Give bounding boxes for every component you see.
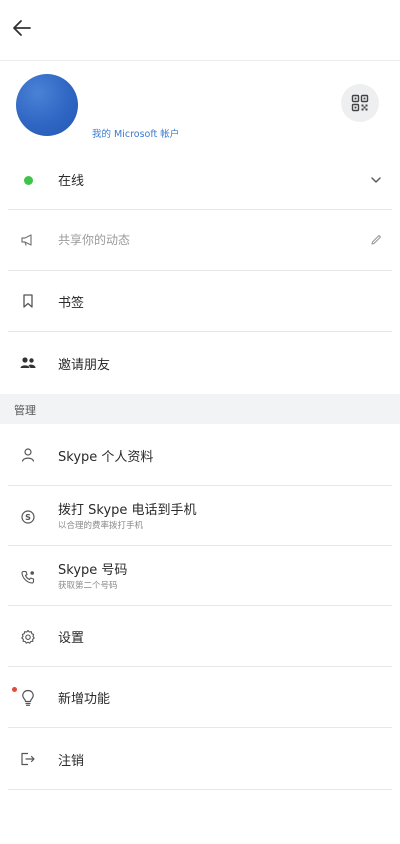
status-row[interactable]: 在线 — [0, 150, 400, 210]
pencil-icon[interactable] — [366, 230, 386, 250]
sign-out-icon — [18, 749, 38, 769]
svg-text:S: S — [25, 513, 31, 522]
notification-dot — [12, 687, 17, 692]
bookmark-icon — [18, 291, 38, 311]
skype-profile-row[interactable]: Skype 个人资料 — [0, 424, 400, 486]
skype-number-label: Skype 号码 — [58, 563, 128, 578]
qr-code-button[interactable] — [341, 84, 379, 122]
microsoft-account-link[interactable]: 我的 Microsoft 帐户 — [92, 126, 179, 140]
skype-to-phone-row[interactable]: S 拨打 Skype 电话到手机 以合理的费率拨打手机 — [0, 486, 400, 546]
settings-label: 设置 — [58, 631, 85, 646]
skype-to-phone-label: 拨打 Skype 电话到手机 — [58, 503, 197, 518]
status-label: 在线 — [58, 174, 85, 189]
status-online-icon — [18, 170, 38, 190]
chevron-down-icon[interactable] — [366, 170, 386, 190]
skype-icon: S — [18, 507, 38, 527]
bookmarks-row[interactable]: 书签 — [0, 271, 400, 332]
back-button[interactable] — [8, 14, 36, 42]
phone-icon — [18, 567, 38, 587]
top-bar — [0, 0, 400, 61]
people-icon — [18, 353, 38, 373]
whats-new-label: 新增功能 — [58, 692, 111, 707]
back-arrow-icon — [13, 20, 31, 36]
section-header-manage: 管理 — [0, 394, 400, 424]
bookmarks-label: 书签 — [58, 296, 85, 311]
invite-friends-row[interactable]: 邀请朋友 — [0, 332, 400, 394]
skype-number-subtitle: 获取第二个号码 — [58, 581, 118, 591]
profile-header: 我的 Microsoft 帐户 — [0, 60, 400, 150]
invite-friends-label: 邀请朋友 — [58, 358, 111, 373]
gear-icon — [18, 627, 38, 647]
share-mood-input[interactable]: 共享你的动态 — [58, 231, 130, 248]
settings-row[interactable]: 设置 — [0, 606, 400, 667]
lightbulb-icon — [18, 688, 38, 708]
person-icon — [18, 445, 38, 465]
skype-number-row[interactable]: Skype 号码 获取第二个号码 — [0, 546, 400, 606]
section-title: 管理 — [14, 404, 36, 417]
skype-to-phone-subtitle: 以合理的费率拨打手机 — [58, 521, 144, 531]
share-mood-row[interactable]: 共享你的动态 — [0, 210, 400, 271]
qr-code-icon — [351, 94, 369, 112]
divider — [8, 789, 392, 790]
avatar[interactable] — [16, 74, 78, 136]
sign-out-label: 注销 — [58, 754, 85, 769]
skype-profile-label: Skype 个人资料 — [58, 450, 154, 465]
sign-out-row[interactable]: 注销 — [0, 728, 400, 790]
megaphone-icon — [18, 230, 38, 250]
whats-new-row[interactable]: 新增功能 — [0, 667, 400, 728]
